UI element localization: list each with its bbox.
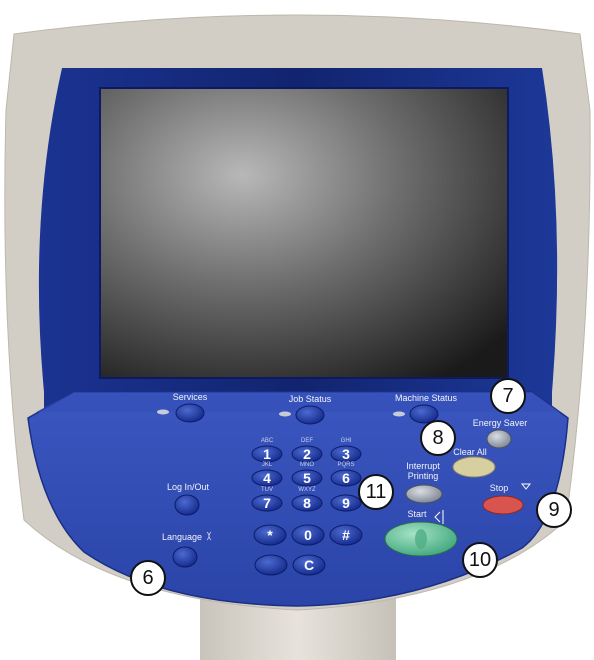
callout-10: 10 [462, 542, 498, 578]
key-4-letters: JKL [261, 462, 273, 468]
key-8-letters: WXYZ [298, 487, 316, 493]
machine-status-label: Machine Status [394, 393, 458, 403]
key-1-letters: ABC [260, 438, 274, 444]
job-status-led [279, 411, 291, 417]
interrupt-label: Interrupt [406, 461, 440, 471]
services-label: Services [172, 392, 208, 402]
services-button[interactable] [175, 403, 205, 423]
touch-screen[interactable] [99, 87, 509, 379]
callout-7: 7 [490, 378, 526, 414]
key-pause[interactable] [254, 554, 288, 576]
callout-9: 9 [536, 492, 572, 528]
key-6-letters: PQRS [337, 462, 355, 468]
key-3-letters: GHI [340, 438, 352, 444]
key-7-letters: TUV [261, 487, 273, 493]
key-9[interactable] [330, 494, 362, 512]
log-in-out-label: Log In/Out [166, 482, 210, 492]
callout-8: 8 [420, 420, 456, 456]
callout-11: 11 [358, 474, 394, 510]
energy-saver-label: Energy Saver [472, 418, 528, 428]
job-status-label: Job Status [288, 394, 332, 404]
energy-saver-button[interactable] [486, 429, 512, 449]
key-1[interactable] [251, 445, 283, 463]
key-4[interactable] [251, 469, 283, 487]
start-label: Start [407, 509, 427, 519]
key-7[interactable] [251, 494, 283, 512]
key-3[interactable] [330, 445, 362, 463]
services-led [157, 409, 169, 415]
key-2-letters: DEF [301, 438, 313, 444]
log-in-out-button[interactable] [174, 494, 200, 516]
key-2[interactable] [291, 445, 323, 463]
printing-label: Printing [407, 471, 439, 481]
key-clear[interactable] [292, 554, 326, 576]
key-8[interactable] [291, 494, 323, 512]
callout-6: 6 [130, 560, 166, 596]
key-star[interactable] [253, 524, 287, 546]
machine-status-led [393, 411, 405, 417]
key-5[interactable] [291, 469, 323, 487]
key-6[interactable] [330, 469, 362, 487]
stop-button[interactable] [482, 495, 524, 515]
job-status-button[interactable] [295, 405, 325, 425]
key-0[interactable] [291, 524, 325, 546]
key-5-letters: MNO [300, 462, 314, 468]
clear-all-label: Clear All [453, 447, 487, 457]
stop-label: Stop [489, 483, 509, 493]
panel-graphic [4, 14, 591, 660]
language-label: Language [161, 532, 203, 542]
key-hash[interactable] [329, 524, 363, 546]
clear-all-button[interactable] [452, 456, 496, 478]
interrupt-printing-button[interactable] [405, 484, 443, 504]
device-control-panel: Services Job Status Machine Status Energ… [0, 0, 594, 660]
language-button[interactable] [172, 546, 198, 568]
